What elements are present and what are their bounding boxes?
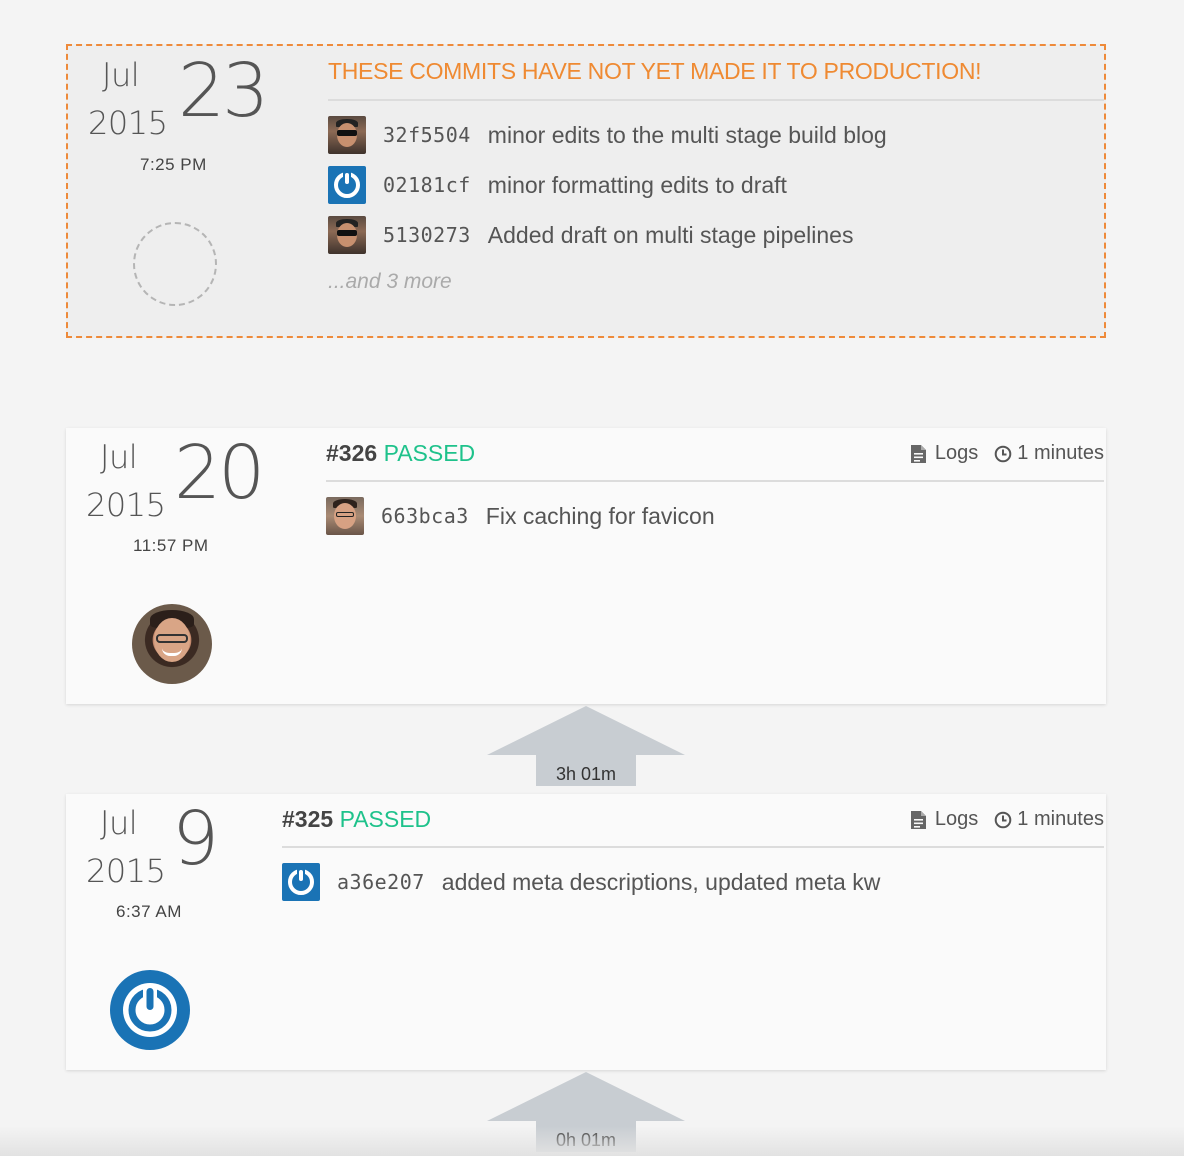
pending-commits-card: Jul 2015 23 7:25 PM THESE COMMITS HAVE N… (66, 44, 1106, 338)
commit-row[interactable]: 5130273 Added draft on multi stage pipel… (328, 216, 853, 254)
commit-message: minor formatting edits to draft (487, 171, 787, 198)
avatar-placeholder (133, 222, 217, 306)
pending-title: THESE COMMITS HAVE NOT YET MADE IT TO PR… (328, 58, 982, 84)
commit-row[interactable]: 32f5504 minor edits to the multi stage b… (328, 116, 887, 154)
commit-message: added meta descriptions, updated meta kw (441, 868, 881, 895)
date-month: Jul (100, 804, 138, 842)
clock-icon (994, 811, 1012, 828)
date-year: 2015 (86, 486, 166, 524)
commit-sha[interactable]: 32f5504 (383, 123, 471, 147)
date-time: 11:57 PM (133, 536, 209, 555)
pending-date: Jul 2015 23 7:25 PM (68, 46, 298, 336)
build-title[interactable]: #326 PASSED (326, 440, 475, 467)
commit-sha[interactable]: 5130273 (383, 223, 471, 247)
build-meta: Logs 1 minutes (910, 808, 1104, 831)
build-status: PASSED (383, 440, 476, 466)
build-status: PASSED (339, 806, 432, 832)
build-meta: Logs 1 minutes (910, 442, 1104, 465)
commit-avatar (328, 116, 366, 154)
build-date: Jul 2015 9 6:37 AM (66, 794, 296, 1070)
commit-sha[interactable]: 02181cf (383, 173, 471, 197)
divider (328, 99, 1104, 101)
date-time: 6:37 AM (116, 902, 182, 921)
build-number[interactable]: #325 (282, 806, 333, 832)
logs-link[interactable]: Logs (935, 808, 978, 831)
document-icon (910, 810, 926, 829)
date-month: Jul (100, 438, 138, 476)
build-duration: 1 minutes (1017, 442, 1104, 464)
commit-avatar (326, 497, 364, 535)
date-day: 23 (178, 48, 269, 134)
date-month: Jul (102, 56, 140, 94)
date-year: 2015 (86, 852, 166, 890)
date-year: 2015 (88, 104, 168, 142)
commit-avatar (328, 216, 366, 254)
build-number[interactable]: #326 (326, 440, 377, 466)
document-icon (910, 444, 926, 463)
date-time: 7:25 PM (140, 155, 207, 174)
commit-message: Fix caching for favicon (485, 502, 715, 529)
commit-message: minor edits to the multi stage build blo… (487, 121, 887, 148)
power-icon (282, 863, 320, 901)
date-day: 9 (172, 796, 219, 882)
divider (282, 846, 1104, 848)
commit-row[interactable]: a36e207 added meta descriptions, updated… (282, 863, 880, 901)
commit-sha[interactable]: 663bca3 (381, 504, 469, 528)
clock-icon (994, 445, 1012, 462)
author-avatar[interactable] (110, 970, 190, 1050)
logs-link[interactable]: Logs (935, 442, 978, 465)
build-card: Jul 2015 20 11:57 PM #326 PASSED Logs 1 … (66, 428, 1106, 704)
commit-row[interactable]: 663bca3 Fix caching for favicon (326, 497, 715, 535)
more-commits-link[interactable]: ...and 3 more (328, 270, 452, 294)
build-duration: 1 minutes (1017, 808, 1104, 830)
power-icon (328, 166, 366, 204)
build-title[interactable]: #325 PASSED (282, 806, 431, 833)
author-avatar[interactable] (132, 604, 212, 684)
build-card: Jul 2015 9 6:37 AM #325 PASSED Logs 1 mi… (66, 794, 1106, 1070)
commit-sha[interactable]: a36e207 (337, 870, 425, 894)
time-gap-label: 0h 01m (555, 1130, 617, 1150)
date-day: 20 (174, 430, 265, 516)
build-date: Jul 2015 20 11:57 PM (66, 428, 296, 704)
time-gap-label: 3h 01m (555, 764, 617, 784)
commit-row[interactable]: 02181cf minor formatting edits to draft (328, 166, 787, 204)
commit-message: Added draft on multi stage pipelines (487, 221, 854, 248)
divider (326, 480, 1104, 482)
